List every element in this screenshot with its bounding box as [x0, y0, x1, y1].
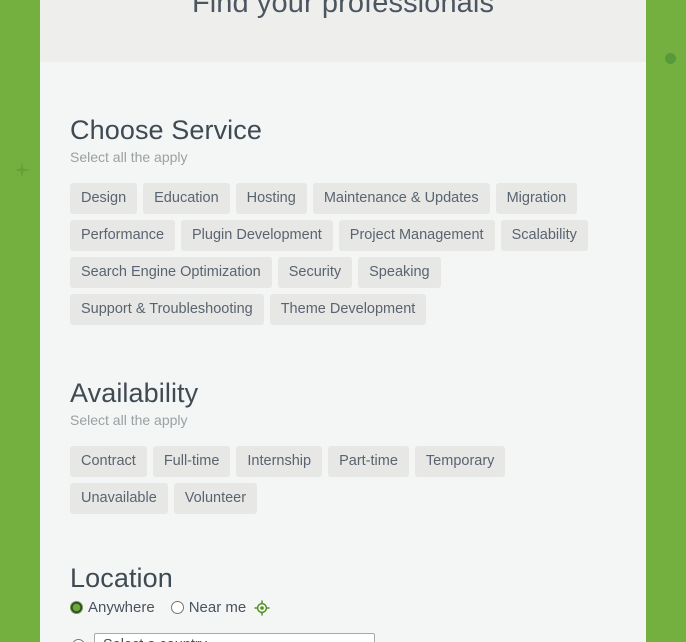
service-tag-list: Design Education Hosting Maintenance & Upda…: [70, 183, 600, 325]
section-subtitle-service: Select all the apply: [70, 149, 188, 165]
dot-icon: [665, 53, 676, 64]
page-background: Find your professionals Choose Service S…: [0, 0, 686, 642]
country-select[interactable]: Select a country: [94, 633, 375, 642]
service-tag[interactable]: Plugin Development: [181, 220, 333, 251]
availability-tag[interactable]: Temporary: [414, 446, 506, 477]
availability-tag[interactable]: Volunteer: [173, 483, 258, 514]
service-tag[interactable]: Education: [143, 183, 230, 214]
service-tag[interactable]: Maintenance & Updates: [312, 183, 490, 214]
section-choose-service: Choose Service Select all the apply Desi…: [70, 114, 616, 325]
radio-input-near-me[interactable]: [170, 601, 184, 614]
section-subtitle-availability: Select all the apply: [70, 412, 188, 428]
availability-tag[interactable]: Internship: [236, 446, 323, 477]
section-title-availability: Availability: [70, 378, 199, 408]
service-tag[interactable]: Performance: [70, 220, 176, 251]
service-tag[interactable]: Design: [70, 183, 138, 214]
sparkle-icon: [14, 162, 30, 178]
availability-tag[interactable]: Unavailable: [70, 483, 168, 514]
search-card: Find your professionals Choose Service S…: [40, 0, 646, 642]
section-title-location: Location: [70, 563, 173, 593]
card-body: Choose Service Select all the apply Desi…: [40, 114, 646, 642]
service-tag[interactable]: Scalability: [500, 220, 588, 251]
service-tag[interactable]: Theme Development: [269, 294, 427, 325]
card-header: Find your professionals: [40, 0, 646, 62]
radio-label-near-me: Near me: [188, 599, 247, 616]
country-row: Select a country: [70, 633, 616, 642]
radio-label-anywhere: Anywhere: [88, 599, 155, 616]
availability-tag[interactable]: Contract: [70, 446, 147, 477]
location-radio-row: Anywhere Near me: [70, 599, 616, 616]
service-tag[interactable]: Search Engine Optimization: [70, 257, 272, 288]
radio-option-anywhere[interactable]: Anywhere: [70, 599, 155, 616]
section-availability: Availability Select all the apply Contra…: [70, 377, 616, 514]
radio-option-near-me[interactable]: Near me: [170, 599, 247, 616]
availability-tag[interactable]: Full-time: [152, 446, 231, 477]
locate-crosshair-icon[interactable]: [254, 600, 270, 616]
page-title: Find your professionals: [191, 0, 495, 19]
availability-tag[interactable]: Part-time: [328, 446, 409, 477]
radio-input-anywhere[interactable]: [70, 601, 83, 614]
service-tag[interactable]: Support & Troubleshooting: [70, 294, 264, 325]
radio-input-country[interactable]: [72, 638, 85, 642]
availability-tag-list: Contract Full-time Internship Part-time Temp…: [70, 446, 600, 514]
section-title-service: Choose Service: [70, 115, 262, 145]
service-tag[interactable]: Security: [277, 257, 353, 288]
service-tag[interactable]: Migration: [495, 183, 578, 214]
service-tag[interactable]: Hosting: [235, 183, 307, 214]
section-location: Location Anywhere Near me Select a count…: [70, 562, 616, 642]
service-tag[interactable]: Project Management: [338, 220, 495, 251]
service-tag[interactable]: Speaking: [358, 257, 441, 288]
